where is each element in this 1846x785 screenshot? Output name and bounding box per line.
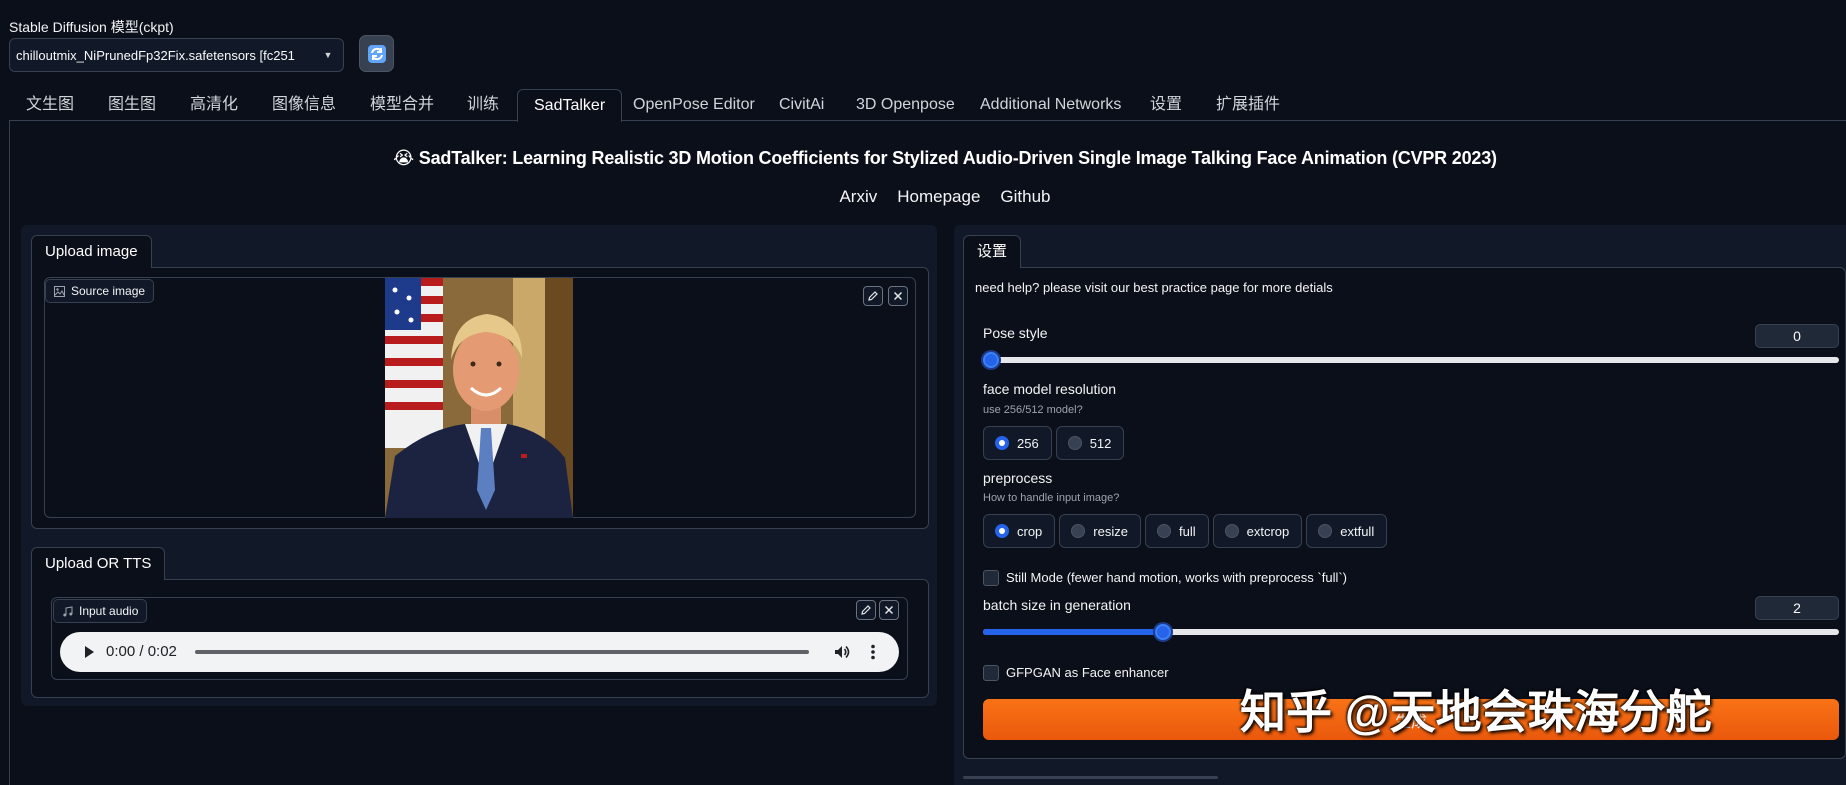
still-mode-label: Still Mode (fewer hand motion, works wit… bbox=[1006, 570, 1348, 585]
close-icon bbox=[884, 605, 894, 615]
radio-circle bbox=[995, 524, 1009, 538]
radio-circle bbox=[1156, 524, 1171, 538]
edit-audio-button[interactable] bbox=[856, 600, 876, 620]
radio-circle bbox=[1071, 524, 1086, 538]
batch-size-slider-thumb[interactable] bbox=[1154, 624, 1171, 640]
arxiv-link[interactable]: Arxiv bbox=[839, 187, 877, 207]
radio-option-label: extcrop bbox=[1246, 523, 1290, 539]
generate-button[interactable]: 生成 bbox=[983, 699, 1839, 740]
chevron-down-icon: ▼ bbox=[323, 50, 333, 60]
volume-icon[interactable] bbox=[833, 643, 851, 661]
edit-image-button[interactable] bbox=[863, 286, 883, 306]
clear-audio-button[interactable] bbox=[879, 600, 899, 620]
header-links: Arxiv Homepage Github bbox=[145, 187, 1745, 207]
settings-block bbox=[963, 267, 1846, 759]
music-note-icon bbox=[63, 605, 73, 616]
radio-option-label: crop bbox=[1017, 523, 1043, 539]
radio-circle bbox=[1318, 524, 1333, 538]
face-model-resolution-label: face model resolution bbox=[983, 381, 1117, 397]
radio-option-extfull[interactable]: extfull bbox=[1306, 514, 1388, 548]
radio-option-512[interactable]: 512 bbox=[1055, 426, 1125, 460]
preprocess-radio: crop resize full extcrop extfull bbox=[983, 514, 1388, 548]
radio-option-label: resize bbox=[1093, 523, 1128, 539]
model-dropdown-value: chilloutmix_NiPrunedFp32Fix.safetensors … bbox=[16, 47, 295, 63]
audio-time: 0:00 / 0:02 bbox=[106, 643, 177, 660]
tab-img2img[interactable]: 图生图 bbox=[108, 89, 156, 121]
radio-circle bbox=[1067, 436, 1082, 450]
tab-sadtalker[interactable]: SadTalker bbox=[517, 89, 623, 122]
tab-3d-openpose[interactable]: 3D Openpose bbox=[856, 89, 955, 121]
face-model-resolution-radio: 256 512 bbox=[983, 426, 1125, 460]
refresh-model-button[interactable] bbox=[359, 35, 394, 72]
tab-upload-image[interactable]: Upload image bbox=[31, 235, 152, 268]
preprocess-label: preprocess bbox=[983, 470, 1053, 486]
audio-player: 0:00 / 0:02 bbox=[60, 632, 899, 672]
tab-additional-networks[interactable]: Additional Networks bbox=[980, 89, 1121, 121]
github-link[interactable]: Github bbox=[1000, 187, 1050, 207]
generate-button-label: 生成 bbox=[1394, 713, 1427, 731]
tab-train[interactable]: 训练 bbox=[467, 89, 499, 121]
model-dropdown[interactable]: chilloutmix_NiPrunedFp32Fix.safetensors … bbox=[9, 38, 344, 72]
gfpgan-label: GFPGAN as Face enhancer bbox=[1006, 665, 1169, 680]
pose-style-slider[interactable] bbox=[983, 352, 1839, 368]
source-photo bbox=[385, 278, 573, 518]
tab-settings[interactable]: 设置 bbox=[1150, 89, 1182, 121]
source-image-label: Source image bbox=[45, 279, 155, 303]
pencil-icon bbox=[868, 291, 878, 301]
radio-option-label: extfull bbox=[1340, 523, 1375, 539]
input-audio-label-text: Input audio bbox=[79, 604, 139, 618]
source-image-label-text: Source image bbox=[71, 284, 146, 298]
radio-option-crop[interactable]: crop bbox=[983, 514, 1056, 548]
audio-progress-bar[interactable] bbox=[195, 650, 809, 654]
image-icon bbox=[54, 285, 65, 297]
radio-circle bbox=[995, 436, 1009, 450]
tab-extensions[interactable]: 扩展插件 bbox=[1216, 89, 1280, 121]
pencil-icon bbox=[861, 605, 871, 615]
radio-option-resize[interactable]: resize bbox=[1059, 514, 1141, 548]
tab-txt2img[interactable]: 文生图 bbox=[26, 89, 74, 121]
clear-image-button[interactable] bbox=[888, 286, 908, 306]
face-model-resolution-info: use 256/512 model? bbox=[983, 404, 1083, 416]
tab-png-info[interactable]: 图像信息 bbox=[272, 89, 336, 121]
more-vertical-icon[interactable] bbox=[866, 643, 880, 661]
radio-option-full[interactable]: full bbox=[1144, 514, 1209, 548]
tab-checkpoint-merger[interactable]: 模型合并 bbox=[370, 89, 434, 121]
batch-size-slider[interactable] bbox=[983, 624, 1839, 640]
pose-style-slider-thumb[interactable] bbox=[983, 352, 999, 368]
refresh-icon bbox=[367, 44, 386, 63]
scrollbar[interactable] bbox=[963, 776, 1218, 779]
play-icon[interactable] bbox=[82, 645, 96, 659]
radio-option-extcrop[interactable]: extcrop bbox=[1212, 514, 1303, 548]
tab-settings-block[interactable]: 设置 bbox=[963, 235, 1022, 268]
gfpgan-checkbox[interactable] bbox=[983, 665, 999, 681]
tab-openpose-editor[interactable]: OpenPose Editor bbox=[633, 89, 755, 121]
preprocess-info: How to handle input image? bbox=[983, 492, 1120, 504]
radio-circle bbox=[1224, 524, 1239, 538]
page-title: 😭 SadTalker: Learning Realistic 3D Motio… bbox=[393, 148, 1497, 168]
batch-size-input[interactable]: 2 bbox=[1755, 596, 1839, 620]
batch-size-slider-fill bbox=[983, 629, 1163, 635]
model-selector-label: Stable Diffusion 模型(ckpt) bbox=[9, 19, 174, 35]
batch-size-label: batch size in generation bbox=[983, 597, 1131, 613]
radio-option-label: 512 bbox=[1089, 435, 1112, 451]
close-icon bbox=[893, 291, 903, 301]
tab-extras[interactable]: 高清化 bbox=[190, 89, 238, 121]
tab-civitai[interactable]: CivitAi bbox=[779, 89, 824, 121]
pose-style-label: Pose style bbox=[983, 325, 1048, 341]
help-text: need help? please visit our best practic… bbox=[975, 280, 1333, 295]
radio-option-256[interactable]: 256 bbox=[983, 426, 1052, 460]
radio-option-label: full bbox=[1178, 523, 1196, 539]
homepage-link[interactable]: Homepage bbox=[897, 187, 980, 207]
tab-upload-or-tts[interactable]: Upload OR TTS bbox=[31, 547, 166, 580]
still-mode-checkbox[interactable] bbox=[983, 570, 999, 586]
pose-style-input[interactable]: 0 bbox=[1755, 324, 1839, 348]
radio-option-label: 256 bbox=[1017, 435, 1039, 451]
input-audio-label: Input audio bbox=[53, 599, 148, 623]
